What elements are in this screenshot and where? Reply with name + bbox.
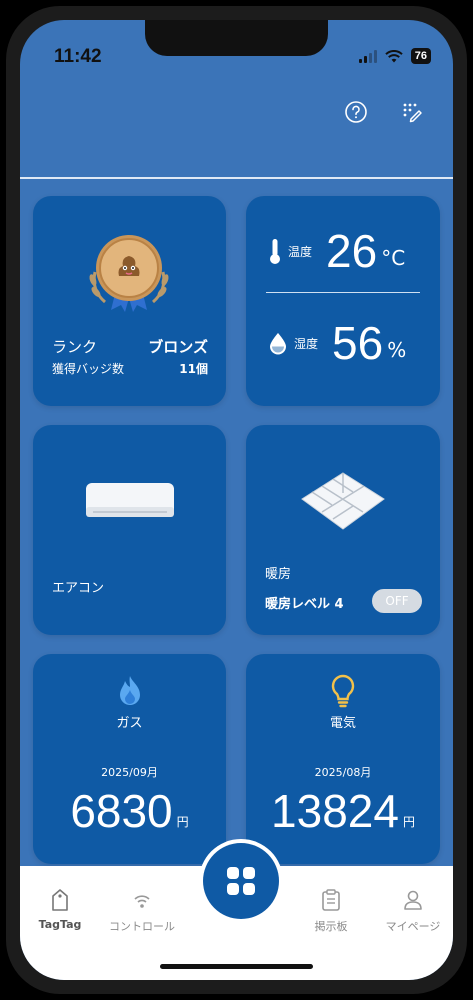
environment-card[interactable]: 温度 26 °C 湿度 56 % [246, 196, 440, 406]
rank-label: ランク [52, 338, 98, 356]
home-grid-button[interactable] [203, 843, 279, 919]
aircon-card[interactable]: エアコン [33, 425, 226, 635]
temperature-value: 26 [326, 225, 378, 277]
battery-indicator: 76 [410, 48, 431, 64]
tab-mypage-label: マイページ [385, 920, 441, 933]
heating-level: 暖房レベル 4 [265, 597, 344, 612]
wifi-icon [385, 49, 403, 62]
signal-icon [358, 49, 377, 63]
tab-mypage[interactable]: マイページ [373, 888, 453, 934]
help-icon[interactable] [342, 98, 370, 126]
temperature-label: 温度 [288, 244, 313, 259]
heating-label: 暖房 [265, 567, 292, 582]
heating-card[interactable]: 暖房 暖房レベル 4 OFF [246, 425, 440, 635]
tab-control[interactable]: コントロール [102, 888, 182, 934]
clipboard-icon [322, 889, 340, 911]
tab-control-label: コントロール [109, 920, 175, 933]
gas-amount-unit: 円 [176, 815, 189, 829]
tab-tagtag-label: TagTag [38, 918, 82, 931]
thermometer-icon [270, 239, 280, 264]
electricity-label: 電気 [329, 716, 356, 731]
electricity-card[interactable]: 電気 2025/08月 13824 円 [246, 654, 440, 864]
electricity-month: 2025/08月 [314, 766, 372, 779]
rank-card[interactable]: ランク ブロンズ 獲得バッジ数 11個 [33, 196, 226, 406]
rank-row: ランク ブロンズ [52, 336, 208, 357]
app-screen: 11:42 76 ランク ブロンズ 獲得バッジ数 11個 温度 26 °C 湿度… [20, 20, 453, 980]
heating-toggle[interactable]: OFF [372, 589, 422, 613]
gas-amount-value: 6830 [70, 785, 173, 837]
electricity-amount-unit: 円 [402, 815, 415, 829]
header-divider [20, 177, 453, 179]
humidity-label: 湿度 [294, 336, 319, 351]
home-indicator [160, 964, 313, 969]
status-icons: 76 [358, 48, 431, 64]
temperature-row: 温度 26 °C [268, 228, 405, 274]
humidity-value: 56 [332, 317, 384, 369]
electricity-amount-value: 13824 [271, 785, 399, 837]
grid-icon [227, 867, 255, 895]
floor-heating-icon [301, 472, 385, 530]
edit-layout-icon[interactable] [398, 98, 426, 126]
bronze-medal-icon [89, 235, 169, 312]
humidity-unit: % [387, 338, 407, 362]
light-bulb-icon [331, 674, 355, 708]
signal-waves-icon [134, 895, 150, 908]
flame-icon [119, 676, 140, 705]
tab-board[interactable]: 掲示板 [291, 888, 371, 934]
air-conditioner-icon [86, 483, 174, 517]
person-icon [404, 890, 422, 910]
gas-label: ガス [116, 716, 143, 731]
gas-card[interactable]: ガス 2025/09月 6830 円 [33, 654, 226, 864]
aircon-label: エアコン [52, 581, 105, 596]
tab-board-label: 掲示板 [314, 920, 348, 933]
badge-count-label: 獲得バッジ数 [52, 362, 125, 376]
phone-frame: 11:42 76 ランク ブロンズ 獲得バッジ数 11個 温度 26 °C 湿度… [6, 6, 467, 994]
temperature-unit: °C [381, 246, 406, 270]
water-drop-icon [270, 333, 286, 355]
gas-amount: 6830 円 [33, 788, 226, 834]
badge-count-value: 11個 [179, 362, 208, 376]
environment-divider [266, 292, 420, 293]
status-time: 11:42 [54, 46, 102, 67]
badge-row: 獲得バッジ数 11個 [52, 360, 208, 377]
rank-value: ブロンズ [148, 338, 208, 356]
tab-tagtag[interactable]: TagTag [20, 888, 100, 931]
electricity-amount: 13824 円 [246, 788, 440, 834]
tag-icon [52, 889, 68, 911]
humidity-row: 湿度 56 % [268, 320, 406, 366]
notch [145, 20, 328, 56]
gas-month: 2025/09月 [101, 766, 158, 779]
